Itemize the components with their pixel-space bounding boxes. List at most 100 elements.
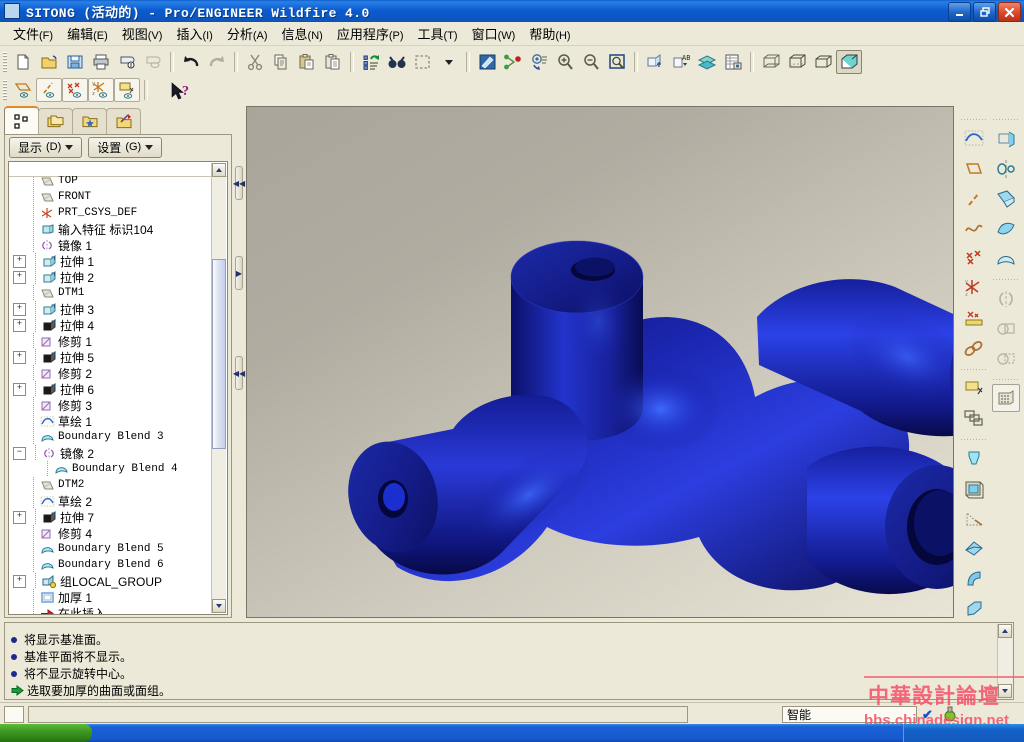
menu-window[interactable]: 窗口(W) xyxy=(465,22,523,45)
collapse-left-arrow-2[interactable]: ◀◀ xyxy=(233,356,245,390)
mirror-icon[interactable] xyxy=(992,284,1020,314)
connections-tab[interactable] xyxy=(106,108,141,135)
trim-icon[interactable] xyxy=(992,344,1020,374)
revolve-feature-icon[interactable] xyxy=(992,154,1020,184)
curve-icon[interactable] xyxy=(960,214,988,244)
tree-expand-toggle[interactable]: + xyxy=(13,318,26,332)
model-tree-item[interactable]: PRT_CSYS_DEF xyxy=(9,205,214,221)
panel-splitter[interactable]: ◀◀ ▶ ◀◀ xyxy=(233,106,245,618)
message-scrollbar[interactable] xyxy=(997,624,1012,698)
zoom-in-icon[interactable] xyxy=(552,50,578,74)
chamfer-icon[interactable] xyxy=(960,594,988,624)
model-tree-item[interactable]: + 拉伸 1 xyxy=(9,253,214,269)
show-menu-button[interactable]: 显示 (D) xyxy=(9,136,83,158)
shell-icon[interactable] xyxy=(960,474,988,504)
reference-chain-icon[interactable] xyxy=(960,334,988,364)
select-box-icon[interactable] xyxy=(410,50,436,74)
model-tree-item[interactable]: 镜像 1 xyxy=(9,237,214,253)
scroll-down-button[interactable] xyxy=(212,599,226,613)
model-tree-tab[interactable] xyxy=(4,106,39,136)
paste-icon[interactable] xyxy=(294,50,320,74)
spin-center-icon[interactable] xyxy=(500,50,526,74)
rib-icon[interactable] xyxy=(960,504,988,534)
model-tree-item[interactable]: + 拉伸 6 xyxy=(9,381,214,397)
menu-applications[interactable]: 应用程序(P) xyxy=(330,22,411,45)
pattern-icon[interactable] xyxy=(960,404,988,434)
model-tree-item[interactable]: FRONT xyxy=(9,189,214,205)
annotation-icon[interactable] xyxy=(114,78,140,102)
three-d-model[interactable] xyxy=(247,107,953,617)
paste-special-icon[interactable] xyxy=(320,50,346,74)
model-tree-item[interactable]: + 组LOCAL_GROUP xyxy=(9,573,214,589)
model-tree-list[interactable]: TOP FRONT PRT_CSYS_DEF 输入特征 标识104 镜像 1 + 拉伸 1 +… xyxy=(9,176,214,614)
close-button[interactable] xyxy=(998,2,1021,22)
wireframe-icon[interactable] xyxy=(758,50,784,74)
message-scroll-up-button[interactable] xyxy=(998,624,1012,638)
zoom-out-icon[interactable] xyxy=(578,50,604,74)
model-tree-item[interactable]: + 拉伸 3 xyxy=(9,301,214,317)
model-tree-item[interactable]: DTM2 xyxy=(9,477,214,493)
restore-button[interactable] xyxy=(973,2,996,22)
scrollbar-thumb[interactable] xyxy=(212,259,226,449)
toolbar-grip[interactable] xyxy=(3,80,7,100)
analysis-point-icon[interactable] xyxy=(960,304,988,334)
model-tree-item[interactable]: + 拉伸 2 xyxy=(9,269,214,285)
refit-icon[interactable] xyxy=(526,50,552,74)
layer-icon[interactable] xyxy=(694,50,720,74)
status-check-icon[interactable]: ✔ xyxy=(922,707,933,723)
round-icon[interactable] xyxy=(960,564,988,594)
folder-browser-tab[interactable] xyxy=(38,108,73,135)
message-scroll-down-button[interactable] xyxy=(998,684,1012,698)
model-tree-item[interactable]: + 拉伸 5 xyxy=(9,349,214,365)
model-tree-item[interactable]: 草绘 2 xyxy=(9,493,214,509)
model-tree-item[interactable]: 修剪 1 xyxy=(9,333,214,349)
expand-right-arrow[interactable]: ▶ xyxy=(235,256,243,290)
tree-expand-toggle[interactable]: + xyxy=(13,574,26,588)
cut-icon[interactable] xyxy=(242,50,268,74)
blend-icon[interactable] xyxy=(992,214,1020,244)
select-filter-dropdown-icon[interactable] xyxy=(436,50,462,74)
close-window-icon[interactable] xyxy=(140,50,166,74)
coordinate-system-icon[interactable]: yz xyxy=(960,274,988,304)
annotation-display-icon[interactable]: AB xyxy=(668,50,694,74)
tree-expand-toggle[interactable]: + xyxy=(13,350,26,364)
tree-expand-toggle[interactable]: + xyxy=(13,510,26,524)
open-file-icon[interactable] xyxy=(36,50,62,74)
view-manager-icon[interactable] xyxy=(720,50,746,74)
menu-info[interactable]: 信息(N) xyxy=(275,22,330,45)
context-help-icon[interactable]: ? xyxy=(170,82,196,107)
datum-csys-icon[interactable]: yz xyxy=(88,78,114,102)
menu-file[interactable]: 文件(F) xyxy=(6,22,60,45)
datum-plane-icon[interactable] xyxy=(960,154,988,184)
model-tree-scrollbar[interactable] xyxy=(211,163,226,613)
menu-analysis[interactable]: 分析(A) xyxy=(220,22,275,45)
copy-icon[interactable] xyxy=(268,50,294,74)
datum-point-icon[interactable] xyxy=(62,78,88,102)
send-mail-icon[interactable] xyxy=(114,50,140,74)
minimize-button[interactable] xyxy=(948,2,971,22)
model-tree-item[interactable]: 修剪 4 xyxy=(9,525,214,541)
boundary-blend-icon[interactable] xyxy=(992,244,1020,274)
datum-axis-icon[interactable] xyxy=(960,184,988,214)
model-tree-item[interactable]: + 拉伸 7 xyxy=(9,509,214,525)
no-hidden-icon[interactable] xyxy=(810,50,836,74)
model-tree-item[interactable]: 草绘 1 xyxy=(9,413,214,429)
tree-expand-toggle[interactable]: − xyxy=(13,446,26,460)
print-icon[interactable] xyxy=(88,50,114,74)
scroll-up-button[interactable] xyxy=(212,163,226,177)
start-button[interactable] xyxy=(0,724,92,742)
datum-plane-icon[interactable] xyxy=(10,78,36,102)
model-tree-item[interactable]: Boundary Blend 5 xyxy=(9,541,214,557)
tree-expand-toggle[interactable]: + xyxy=(13,302,26,316)
system-tray[interactable] xyxy=(903,724,1024,742)
datum-plane-display-icon[interactable] xyxy=(642,50,668,74)
undo-icon[interactable] xyxy=(178,50,204,74)
model-tree-item[interactable]: 输入特征 标识104 xyxy=(9,221,214,237)
redo-icon[interactable] xyxy=(204,50,230,74)
model-tree-item[interactable]: DTM1 xyxy=(9,285,214,301)
merge-icon[interactable] xyxy=(992,314,1020,344)
model-tree-item[interactable]: + 拉伸 4 xyxy=(9,317,214,333)
sweep-icon[interactable] xyxy=(992,184,1020,214)
tree-expand-toggle[interactable]: + xyxy=(13,382,26,396)
model-tree-item[interactable]: 修剪 2 xyxy=(9,365,214,381)
